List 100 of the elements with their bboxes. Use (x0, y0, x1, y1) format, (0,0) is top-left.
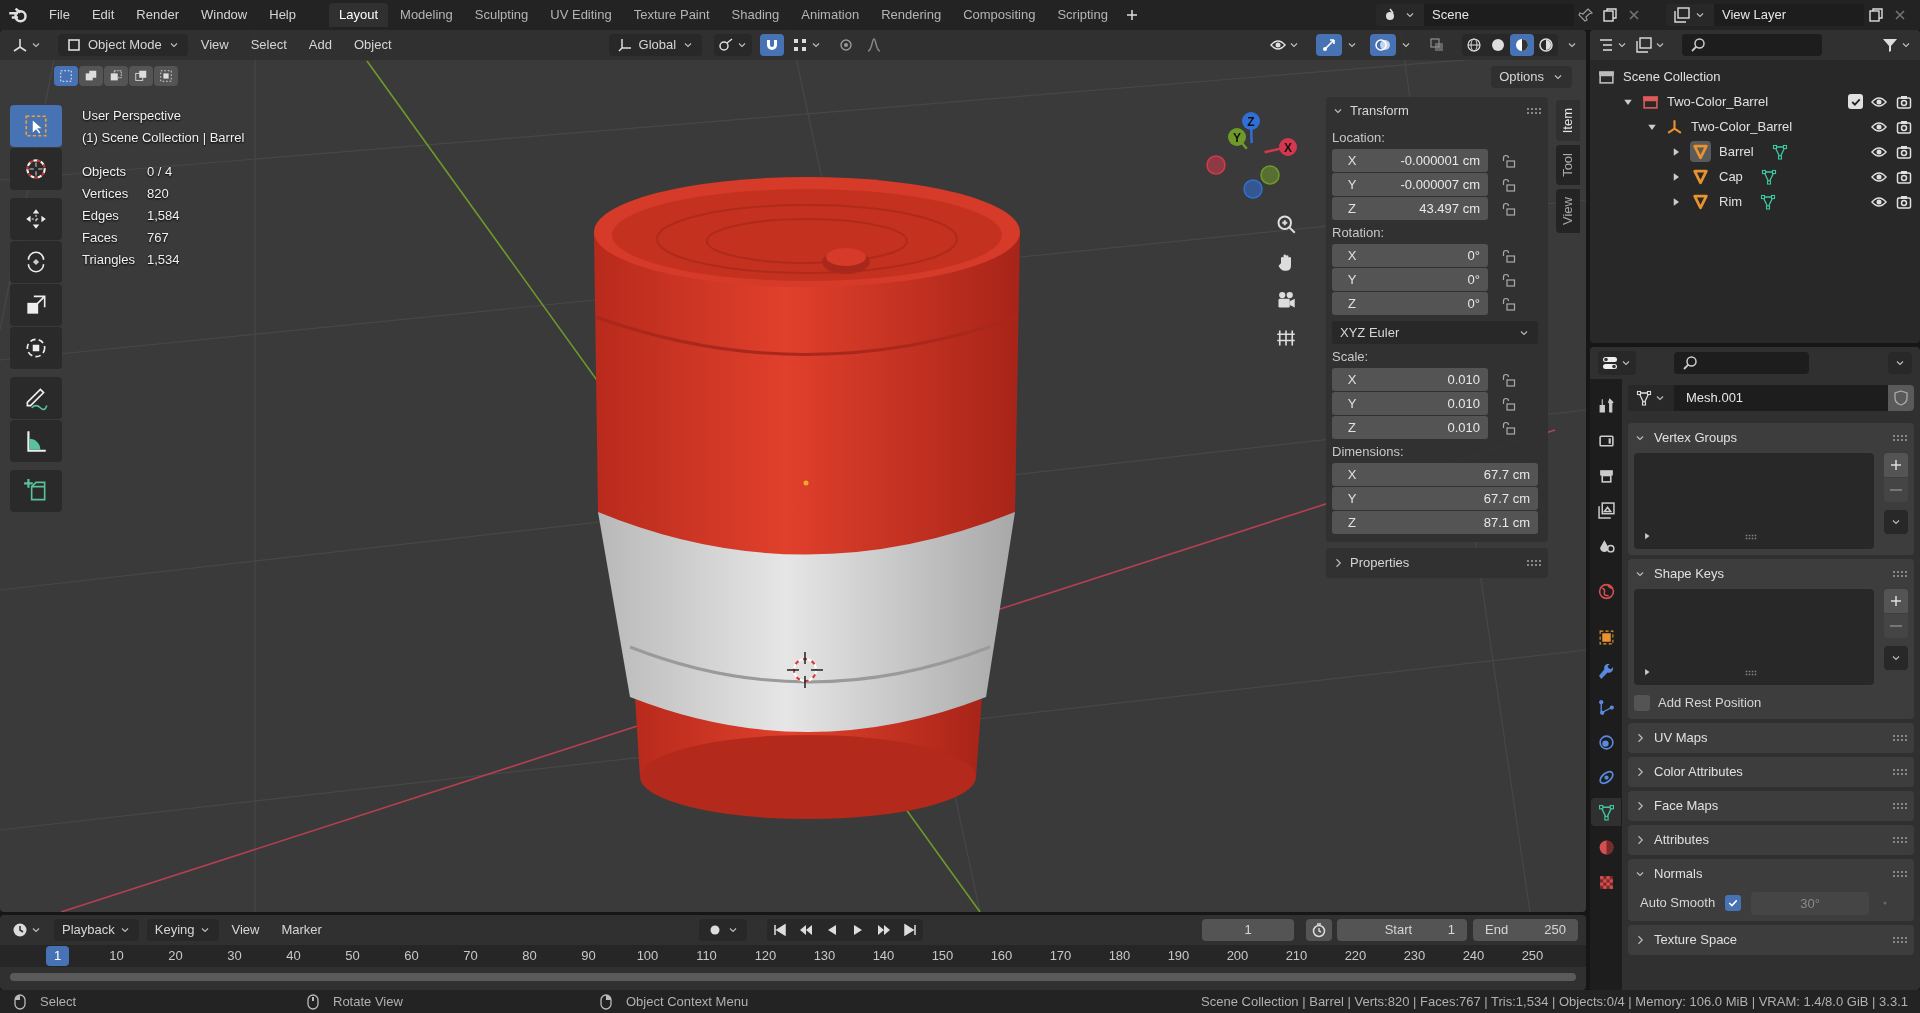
menu-item[interactable]: Render (127, 1, 188, 29)
stat-value: 820 (147, 185, 170, 203)
outliner-item[interactable]: Two-Color_Barrel (1667, 91, 1769, 112)
frame-number: 30 (227, 947, 242, 965)
workspace-tab[interactable]: Texture Paint (623, 3, 720, 27)
outliner-item[interactable]: Rim (1719, 191, 1743, 212)
number-field[interactable]: X -0.000001 cm (1332, 149, 1488, 172)
sidebar-tab[interactable]: Item (1556, 100, 1580, 142)
menu-item[interactable]: Window (192, 1, 257, 29)
outliner-item[interactable]: Two-Color_Barrel (1691, 116, 1793, 137)
workspace-tab[interactable]: Modeling (390, 3, 463, 27)
stat-label: Edges (82, 207, 120, 225)
current-frame-marker[interactable]: 1 (45, 946, 70, 966)
checkbox-label: Auto Smooth (1640, 894, 1716, 913)
menu-item[interactable]: Object (344, 33, 401, 57)
section-label: Scale: (1332, 348, 1370, 366)
panel-title[interactable]: Vertex Groups (1654, 428, 1884, 448)
frame-number: 110 (696, 947, 717, 965)
scene-name-field[interactable]: Scene (1424, 4, 1574, 26)
number-field[interactable]: Z 87.1 cm (1332, 511, 1538, 534)
number-field[interactable]: Y 67.7 cm (1332, 487, 1538, 510)
number-field[interactable]: Z 0.010 (1332, 416, 1488, 439)
menu-dropdown[interactable]: Playback (54, 919, 139, 941)
panel-title[interactable]: Shape Keys (1654, 564, 1884, 584)
menu-item[interactable]: View (222, 920, 269, 940)
menu-item[interactable]: Help (260, 1, 305, 29)
properties-panel-header[interactable]: Properties (1326, 548, 1548, 578)
frame-number: 20 (168, 947, 183, 965)
panel-title[interactable]: Normals (1654, 864, 1884, 884)
number-field[interactable]: Z 43.497 cm (1332, 197, 1488, 220)
sidebar-tab[interactable]: Tool (1556, 145, 1580, 186)
view-layer-name-field[interactable]: View Layer (1714, 4, 1864, 26)
number-field[interactable]: X 0° (1332, 244, 1488, 267)
workspace-tab[interactable]: Layout (329, 3, 389, 27)
section-label: Rotation: (1332, 224, 1386, 242)
end-frame-field[interactable]: End 250 (1473, 919, 1578, 941)
outliner-item[interactable]: Scene Collection (1623, 66, 1721, 87)
frame-number: 100 (636, 947, 659, 965)
panel-title[interactable]: UV Maps (1654, 728, 1884, 748)
sidebar-tab[interactable]: View (1556, 189, 1580, 234)
workspace-tab[interactable]: UV Editing (540, 3, 622, 27)
number-field[interactable]: Y 0.010 (1332, 392, 1488, 415)
outliner-item[interactable]: Barrel (1719, 141, 1754, 162)
workspace-tab[interactable]: Compositing (953, 3, 1046, 27)
panel-title[interactable]: Transform (1350, 101, 1520, 121)
frame-number: 10 (109, 947, 124, 965)
stat-value: 0 / 4 (147, 163, 174, 181)
panel-title[interactable]: Color Attributes (1654, 762, 1884, 782)
workspace-tab[interactable]: Shading (721, 3, 790, 27)
viewport-context-label: (1) Scene Collection | Barrel (82, 129, 245, 147)
start-frame-field[interactable]: Start 1 (1337, 919, 1467, 941)
stat-label: Triangles (82, 251, 135, 269)
frame-number: 130 (813, 947, 836, 965)
stat-value: 1,584 (147, 207, 180, 225)
frame-number: 160 (990, 947, 1013, 965)
panel-title[interactable]: Texture Space (1654, 930, 1884, 950)
workspace-tab[interactable]: Rendering (871, 3, 952, 27)
frame-number: 80 (522, 947, 537, 965)
frame-number: 180 (1108, 947, 1131, 965)
status-hint: Object Context Menu (626, 992, 749, 1011)
mode-dropdown[interactable]: Object Mode (58, 34, 188, 56)
menu-item[interactable]: View (191, 33, 238, 57)
rotation-mode-dropdown[interactable]: XYZ Euler (1332, 321, 1538, 344)
frame-number: 210 (1285, 947, 1308, 965)
orientation-dropdown[interactable]: Global (608, 34, 703, 56)
panel-title[interactable]: Face Maps (1654, 796, 1884, 816)
frame-number: 50 (345, 947, 360, 965)
frame-number: 220 (1344, 947, 1367, 965)
current-frame-field[interactable]: 1 (1202, 919, 1294, 941)
workspace-tab[interactable]: Animation (791, 3, 870, 27)
stat-label: Faces (82, 229, 119, 247)
frame-number: 230 (1403, 947, 1426, 965)
outliner-item[interactable]: Cap (1719, 166, 1743, 187)
frame-number: 70 (463, 947, 478, 965)
viewport-title: User Perspective (82, 107, 182, 125)
menu-item[interactable]: Add (299, 33, 341, 57)
checkbox-label: Add Rest Position (1658, 694, 1762, 713)
frame-number: 250 (1521, 947, 1544, 965)
number-field[interactable]: Z 0° (1332, 292, 1488, 315)
section-label: Dimensions: (1332, 443, 1405, 461)
menu-dropdown[interactable]: Keying (146, 919, 219, 941)
panel-title[interactable]: Attributes (1654, 830, 1884, 850)
number-field[interactable]: X 0.010 (1332, 368, 1488, 391)
workspace-tab[interactable]: Scripting (1047, 3, 1118, 27)
number-field[interactable]: X 67.7 cm (1332, 463, 1538, 486)
number-field[interactable]: Y -0.000007 cm (1332, 173, 1488, 196)
menu-item[interactable]: Marker (272, 920, 331, 940)
menu-item[interactable]: Select (241, 33, 296, 57)
workspace-tab[interactable]: Sculpting (464, 3, 539, 27)
frame-number: 140 (872, 947, 895, 965)
frame-number: 170 (1049, 947, 1072, 965)
options-dropdown[interactable]: Options (1491, 66, 1572, 88)
frame-number: 90 (581, 947, 596, 965)
frame-number: 40 (286, 947, 301, 965)
menu-item[interactable]: Edit (82, 1, 124, 29)
frame-number: 200 (1226, 947, 1249, 965)
menu-item[interactable]: File (40, 1, 79, 29)
number-field[interactable]: Y 0° (1332, 268, 1488, 291)
frame-number: 190 (1167, 947, 1190, 965)
stat-value: 1,534 (147, 251, 180, 269)
